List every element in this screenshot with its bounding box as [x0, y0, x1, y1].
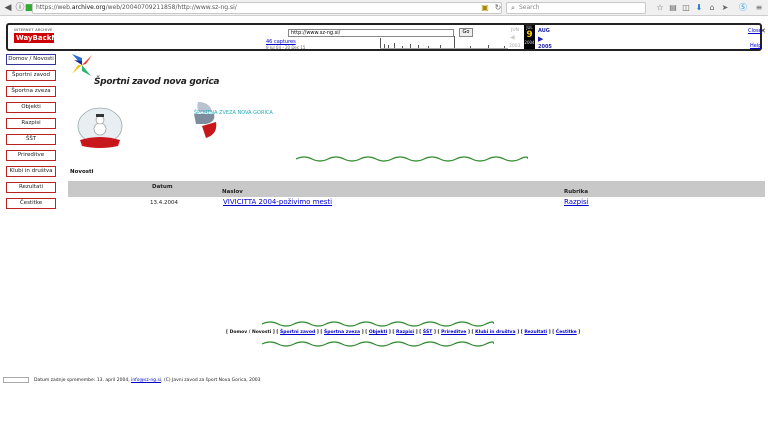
clipboard-icon[interactable]: ▤: [668, 3, 678, 13]
col-date-header: Datum: [152, 184, 173, 190]
current-year: 2004: [524, 40, 535, 45]
news-rubric-link[interactable]: Razpisi: [564, 198, 589, 206]
current-capture-date: JUL 9 2004: [524, 25, 535, 49]
footer-nav-separator: ] [: [432, 330, 442, 335]
nav-cestitke[interactable]: Čestitke: [6, 198, 56, 209]
wayback-url-input[interactable]: http://www.sz-ng.si/: [288, 29, 454, 37]
footer-nav-close-bracket: ]: [576, 330, 581, 335]
reader-icon[interactable]: ▣: [480, 3, 490, 13]
menu-icon[interactable]: ≡: [754, 3, 764, 13]
capture-range: 9 Jul 04 - 20 Dec 15: [266, 45, 306, 50]
footer-nav-separator: ] [: [547, 330, 556, 335]
footer-nav: [ Domov / Novosti ] [ Športni zavod ] [ …: [226, 330, 580, 335]
footer-link-prireditve[interactable]: Prireditve: [441, 330, 466, 335]
footer-nav-separator: ] [: [414, 330, 423, 335]
star-icon[interactable]: ☆: [655, 3, 665, 13]
footer-nav-separator: ] [: [360, 330, 369, 335]
wayback-go-button[interactable]: Go: [459, 28, 473, 37]
next-year[interactable]: 2005: [538, 44, 552, 50]
decorative-wave-bottom: [262, 341, 494, 347]
news-date: 13.4.2004: [150, 200, 178, 206]
address-bar[interactable]: https://web.archive.org/web/200407092118…: [32, 2, 502, 14]
reload-icon[interactable]: ↻: [493, 3, 503, 13]
footer-email-link[interactable]: info@sz-ng.si: [131, 378, 161, 383]
col-title-header: Naslov: [222, 189, 243, 195]
home-icon[interactable]: ⌂: [707, 3, 717, 13]
footer-text: Datum zadnje spremembe: 13. april 2004, …: [34, 378, 261, 383]
decorative-wave-mid: [262, 321, 494, 327]
snow-globe-image: [77, 107, 123, 148]
search-icon: ⌕: [511, 4, 515, 12]
footer-link-rezultati[interactable]: Rezultati: [524, 330, 547, 335]
close-icon[interactable]: ✕: [760, 27, 766, 35]
footer-link-sportna-zveza[interactable]: Športna zveza: [324, 330, 360, 335]
nav-klubi-in-drustva[interactable]: Klubi in društva: [6, 166, 56, 177]
footer-nav-separator: ] [: [271, 330, 281, 335]
nav-objekti[interactable]: Objekti: [6, 102, 56, 113]
footer-link-klubi[interactable]: Klubi in društva: [475, 330, 515, 335]
footer-date: Datum zadnje spremembe: 13. april 2004,: [34, 378, 130, 383]
site-title: Športni zavod nova gorica: [94, 77, 220, 87]
sportna-zveza-label: ŠPORTNA ZVEZA NOVA GORICA: [194, 110, 273, 116]
footer-link-razpisi[interactable]: Razpisi: [396, 330, 414, 335]
nav-prireditve[interactable]: Prireditve: [6, 150, 56, 161]
footer-nav-separator: ] [: [315, 330, 324, 335]
nav-sportni-zavod[interactable]: Športni zavod: [6, 70, 56, 81]
col-rubric-header: Rubrika: [564, 189, 589, 195]
nav-sst[interactable]: ŠŠT: [6, 134, 56, 145]
wayback-toolbar: INTERNET ARCHIVE WayBackMachine http://w…: [6, 23, 766, 51]
footer-link-objekti[interactable]: Objekti: [369, 330, 387, 335]
footer-nav-separator: ] [: [387, 330, 396, 335]
send-icon[interactable]: ➤: [720, 3, 730, 13]
current-day: 9: [526, 30, 533, 40]
capture-histogram[interactable]: [380, 36, 508, 49]
nav-domov-novosti[interactable]: Domov / Novosti: [6, 54, 56, 65]
nav-sportna-zveza[interactable]: Športna zveza: [6, 86, 56, 97]
prev-arrow-icon[interactable]: ◀: [510, 34, 515, 41]
nav-rezultati[interactable]: Rezultati: [6, 182, 56, 193]
news-heading: Novosti: [70, 169, 94, 175]
footer-link-sportni-zavod[interactable]: Športni zavod: [280, 330, 315, 335]
browser-toolbar: ◀ ⓘ ■ https://web.archive.org/web/200407…: [0, 0, 768, 16]
search-input[interactable]: Search: [506, 2, 646, 14]
footer-copyright: , (C) Javni zavod za šport Nova Gorica, …: [161, 378, 261, 383]
prev-month[interactable]: JUN: [511, 28, 519, 33]
decorative-wave-top: [296, 156, 528, 162]
wayback-logo[interactable]: INTERNET ARCHIVE WayBackMachine: [14, 28, 85, 46]
url-domain: archive.org: [71, 4, 106, 11]
url-prefix: https://web.: [36, 4, 72, 11]
footer-nav-current: Domov / Novosti: [229, 330, 272, 335]
url-path: /web/20040709211858/http://www.sz-ng.si/: [105, 4, 237, 11]
sportna-zveza-logo: [194, 102, 217, 138]
back-icon[interactable]: ◀: [3, 3, 13, 13]
download-icon[interactable]: ⬇: [694, 3, 704, 13]
footer-nav-separator: ] [: [515, 330, 525, 335]
pinwheel-logo: [72, 54, 92, 76]
nav-razpisi[interactable]: Razpisi: [6, 118, 56, 129]
skype-icon[interactable]: Ⓢ: [738, 3, 748, 13]
wayback-help-link[interactable]: Help: [750, 43, 761, 49]
pocket-icon[interactable]: ◫: [681, 3, 691, 13]
footer-nav-separator: ] [: [466, 330, 476, 335]
logo-text-top: INTERNET ARCHIVE: [14, 28, 53, 32]
footer-link-sst[interactable]: ŠŠT: [423, 330, 432, 335]
news-title-link[interactable]: VIVICITTA 2004-poživimo mesti: [223, 198, 332, 206]
counter-box: [3, 377, 29, 383]
next-arrow-icon[interactable]: ▶: [538, 35, 543, 43]
next-month[interactable]: AUG: [538, 28, 550, 34]
footer-link-cestitke[interactable]: Čestitke: [556, 330, 577, 335]
logo-text-main: WayBackMachine: [14, 33, 85, 43]
prev-year[interactable]: 2003: [509, 44, 520, 49]
